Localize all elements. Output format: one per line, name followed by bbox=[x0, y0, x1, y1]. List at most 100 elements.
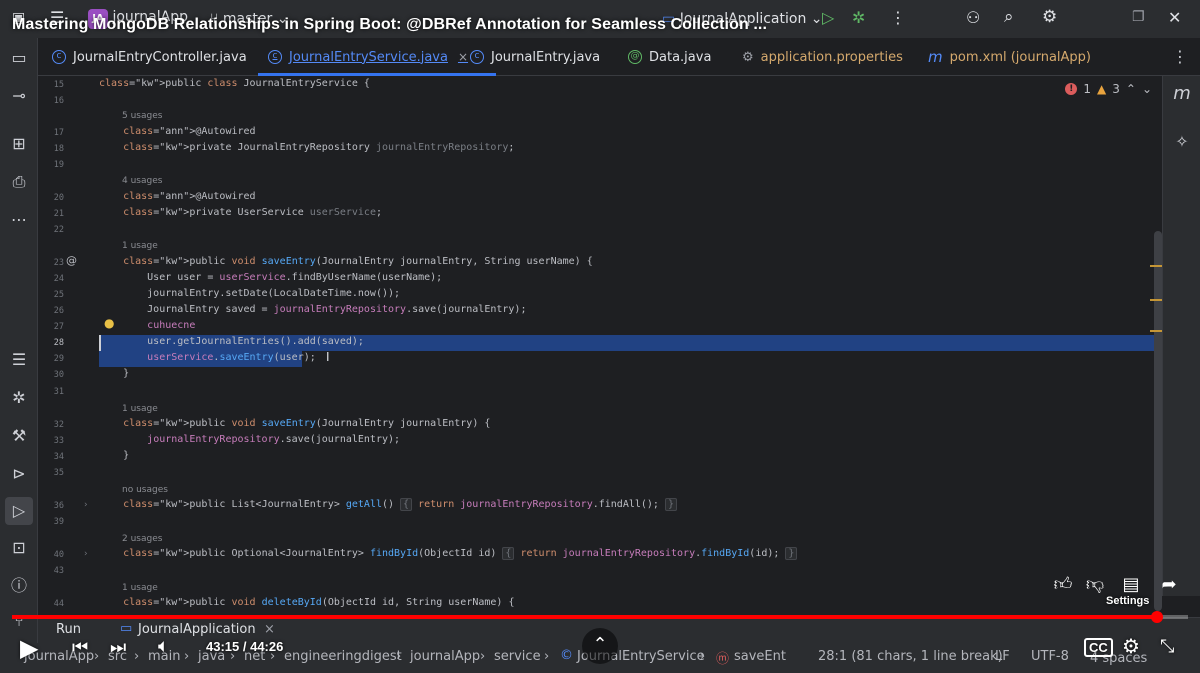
line-number: 33 bbox=[53, 436, 64, 446]
restore-window-icon[interactable]: ❐ bbox=[1132, 9, 1145, 25]
maven-icon[interactable]: m bbox=[1172, 84, 1192, 104]
code-line[interactable]: class="kw">public void deleteById(Object… bbox=[99, 597, 514, 608]
code-line[interactable]: class="ann">@Autowired bbox=[99, 191, 255, 202]
volume-icon[interactable]: 🔈︎ bbox=[158, 636, 169, 658]
method-icon: ⓜ bbox=[716, 652, 730, 667]
list-icon[interactable]: ☰ bbox=[9, 350, 29, 370]
code-line[interactable]: class="kw">private JournalEntryRepositor… bbox=[99, 142, 514, 153]
folder-icon[interactable]: ▭ bbox=[9, 48, 29, 68]
like-icon[interactable]: 👍︎ bbox=[1050, 572, 1076, 598]
previous-icon[interactable]: ⏮ bbox=[72, 637, 88, 658]
code-editor[interactable]: ! 1 ▲ 3 ⌃ ⌄ 5 usages 4 usages 1 usage 1 usa… bbox=[38, 76, 1162, 611]
run-label[interactable]: Run bbox=[56, 622, 81, 637]
run-icon[interactable]: ▷ bbox=[822, 8, 834, 27]
close-run-tab-icon[interactable]: × bbox=[264, 622, 275, 637]
tab-menu-icon[interactable]: ⋮ bbox=[1172, 47, 1188, 66]
close-window-icon[interactable]: ✕ bbox=[1168, 8, 1181, 27]
commit-icon[interactable]: ⊸ bbox=[9, 86, 29, 106]
breadcrumb-item[interactable]: engineeringdigest bbox=[284, 649, 402, 664]
code-line[interactable]: class="kw">public Optional<JournalEntry>… bbox=[99, 547, 798, 560]
bookmark-icon[interactable]: ⎙ bbox=[9, 172, 29, 192]
settings-gear-icon[interactable]: ⚙ bbox=[1122, 634, 1140, 659]
code-line[interactable]: User user = userService.findByUserName(u… bbox=[99, 272, 442, 283]
terminal-icon[interactable]: ⊡ bbox=[9, 538, 29, 558]
build-hammer-icon[interactable]: ⚒ bbox=[9, 426, 29, 446]
file-encoding[interactable]: UTF-8 bbox=[1031, 649, 1069, 664]
code-line[interactable]: cuhuecne bbox=[99, 320, 195, 331]
usage-hint[interactable]: 1 usage bbox=[122, 241, 158, 251]
usage-hint[interactable]: 1 usage bbox=[122, 583, 158, 593]
chevron-up-icon[interactable]: ⌃ bbox=[1126, 82, 1136, 96]
exit-fullscreen-icon[interactable]: ⤡ bbox=[1160, 636, 1174, 657]
code-line[interactable]: } bbox=[99, 368, 129, 379]
next-icon[interactable]: ⏭ bbox=[110, 637, 126, 658]
fold-chevron-icon[interactable]: › bbox=[84, 549, 88, 559]
usage-hint[interactable]: 1 usage bbox=[122, 404, 158, 414]
code-line[interactable]: class="kw">public void saveEntry(Journal… bbox=[99, 418, 490, 429]
tab-journal-entry-service[interactable]: c JournalEntryService.java × bbox=[257, 38, 497, 76]
warning-stripe[interactable] bbox=[1150, 330, 1162, 332]
dislike-icon[interactable]: 👎︎ bbox=[1082, 572, 1108, 598]
usage-hint[interactable]: 2 usages bbox=[122, 534, 162, 544]
code-line[interactable]: JournalEntry saved = journalEntryReposit… bbox=[99, 304, 526, 315]
usage-hint[interactable]: 4 usages bbox=[122, 176, 162, 186]
code-line[interactable]: user.getJournalEntries().add(saved); bbox=[99, 336, 364, 347]
run-tool-icon[interactable]: ▷ bbox=[5, 497, 33, 525]
code-line[interactable]: } bbox=[99, 450, 129, 461]
override-marker-icon[interactable]: @ bbox=[66, 254, 77, 267]
usage-hint[interactable]: 5 usages bbox=[122, 111, 162, 121]
line-number: 27 bbox=[53, 322, 64, 332]
tab-data[interactable]: @ Data.java bbox=[628, 38, 711, 76]
warning-stripe[interactable] bbox=[1150, 265, 1162, 267]
more-tools-icon[interactable]: ⋯ bbox=[9, 210, 29, 230]
problems-icon[interactable]: ⓘ bbox=[9, 576, 29, 596]
line-number: 18 bbox=[53, 144, 64, 154]
bug-icon[interactable]: ✲ bbox=[9, 388, 29, 408]
gear-icon[interactable]: ⚙ bbox=[1042, 7, 1057, 27]
code-line[interactable]: class="kw">public class JournalEntryServ… bbox=[99, 78, 370, 89]
add-user-icon[interactable]: ⚇ bbox=[966, 8, 980, 27]
fold-chevron-icon[interactable]: › bbox=[84, 500, 88, 510]
share-icon[interactable]: ➦ bbox=[1156, 572, 1182, 598]
more-actions-icon[interactable]: ⋮ bbox=[890, 8, 906, 27]
code-line[interactable]: userService.saveEntry(user); bbox=[99, 352, 316, 363]
editor-tab-bar: c JournalEntryController.java c JournalEnt… bbox=[38, 38, 1200, 76]
warning-stripe[interactable] bbox=[1150, 299, 1162, 301]
debug-icon[interactable]: ✲ bbox=[852, 8, 865, 27]
code-line[interactable]: journalEntryRepository.save(journalEntry… bbox=[99, 434, 400, 445]
editor-scrollbar[interactable] bbox=[1154, 231, 1162, 611]
run-target-tab[interactable]: JournalApplication bbox=[138, 622, 256, 637]
class-icon: c bbox=[470, 50, 484, 64]
video-title[interactable]: Mastering MongoDB Relationships in Sprin… bbox=[12, 16, 767, 34]
code-line[interactable]: class="kw">public void saveEntry(Journal… bbox=[99, 256, 593, 267]
breadcrumb-item[interactable]: service bbox=[494, 649, 541, 664]
usage-hint[interactable]: no usages bbox=[122, 485, 168, 495]
inspection-widget[interactable]: ! 1 ▲ 3 ⌃ ⌄ bbox=[1065, 82, 1152, 96]
tab-journal-entry-controller[interactable]: c JournalEntryController.java bbox=[52, 38, 247, 76]
code-line[interactable]: class="ann">@Autowired bbox=[99, 126, 255, 137]
ai-assistant-icon[interactable]: ✧ bbox=[1172, 132, 1192, 152]
chevron-down-icon[interactable]: ⌄ bbox=[1142, 82, 1152, 96]
git-icon[interactable]: ⑂ bbox=[9, 611, 29, 631]
services-icon[interactable]: ⊳ bbox=[9, 464, 29, 484]
line-number: 36 bbox=[53, 501, 64, 511]
captions-icon[interactable]: CC bbox=[1084, 638, 1113, 657]
play-icon[interactable]: ▶ bbox=[20, 634, 38, 663]
class-icon: © bbox=[560, 648, 573, 663]
tab-journal-entry[interactable]: c JournalEntry.java bbox=[470, 38, 600, 76]
code-line[interactable]: journalEntry.setDate(LocalDateTime.now()… bbox=[99, 288, 400, 299]
tab-application-properties[interactable]: ⚙ application.properties bbox=[742, 38, 903, 76]
close-tab-icon[interactable]: × bbox=[458, 50, 468, 64]
chevron-up-icon[interactable]: ⌃ bbox=[582, 628, 618, 664]
structure-icon[interactable]: ⊞ bbox=[9, 134, 29, 154]
search-icon[interactable]: ⌕ bbox=[1004, 7, 1014, 27]
caret-position[interactable]: 28:1 (81 chars, 1 line break) bbox=[818, 649, 1003, 664]
tab-pom-xml[interactable]: m pom.xml (journalApp) bbox=[928, 38, 1091, 76]
breadcrumb-item[interactable]: saveEnt bbox=[734, 649, 786, 664]
breadcrumb-item[interactable]: journalApp bbox=[410, 649, 480, 664]
video-time: 43:15 / 44:26 bbox=[206, 639, 284, 654]
code-line[interactable]: class="kw">private UserService userServi… bbox=[99, 207, 382, 218]
code-line[interactable]: class="kw">public List<JournalEntry> get… bbox=[99, 498, 677, 511]
tab-label: JournalEntry.java bbox=[491, 49, 601, 65]
line-separator[interactable]: LF bbox=[995, 649, 1010, 664]
